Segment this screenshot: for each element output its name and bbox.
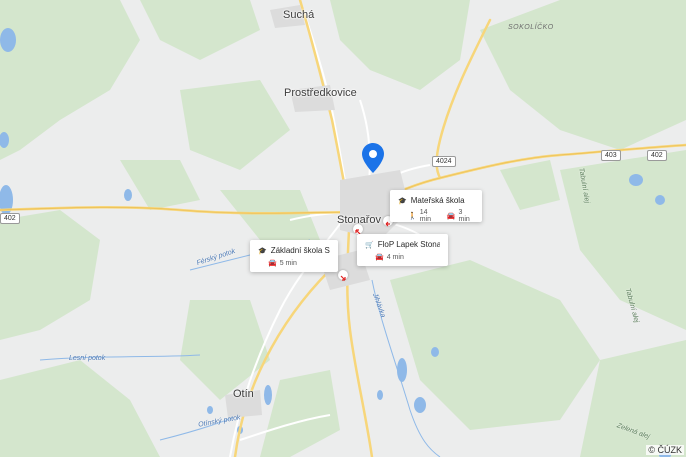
location-pin-icon[interactable]	[362, 143, 384, 173]
car-icon: 🚘	[375, 254, 384, 261]
shop-icon: 🛒	[365, 241, 374, 249]
walk-time: 14 min	[419, 209, 431, 223]
car-icon: 🚘	[268, 260, 277, 267]
road-shield-403: 403	[601, 150, 621, 161]
road-shield-402-left: 402	[0, 213, 20, 224]
poi-card-flop[interactable]: 🛒 FloP Lapek Stonař... 🚘4 min	[357, 234, 448, 266]
poi-card-title: Základní škola St...	[270, 246, 330, 255]
place-label-otin: Otín	[233, 388, 254, 400]
poi-card-title: Mateřská škola	[410, 196, 465, 205]
walk-icon: 🚶	[408, 213, 417, 220]
map-copyright[interactable]: © ČÚZK	[646, 445, 684, 455]
drive-time: 3 min	[458, 209, 470, 223]
poi-card-title: FloP Lapek Stonař...	[377, 240, 440, 249]
direction-arrow-icon	[353, 224, 363, 235]
place-label-prostredkovice: Prostředkovice	[284, 87, 357, 99]
place-label-sucha: Suchá	[283, 9, 315, 21]
school-icon: 🎓	[258, 247, 267, 255]
school-icon: 🎓	[398, 197, 407, 205]
drive-time: 4 min	[386, 253, 404, 261]
drive-time: 5 min	[279, 259, 297, 267]
road-shield-402-right: 402	[647, 150, 667, 161]
road-shield-4024: 4024	[432, 156, 456, 167]
place-label-sokolicko: SOKOLÍČKO	[508, 24, 554, 31]
stream-label-lesni: Lesní potok	[69, 355, 106, 362]
poi-card-zakladni-skola[interactable]: 🎓 Základní škola St... 🚘5 min	[250, 240, 338, 272]
car-icon: 🚘	[446, 213, 456, 220]
poi-card-materska-skola[interactable]: 🎓 Mateřská škola 🚶 14 min 🚘 3 min	[390, 190, 482, 223]
map-base-layer	[0, 0, 686, 457]
direction-arrow-icon	[338, 270, 348, 281]
map-canvas[interactable]: Suchá Prostředkovice Stonařov Otín SOKOL…	[0, 0, 686, 457]
